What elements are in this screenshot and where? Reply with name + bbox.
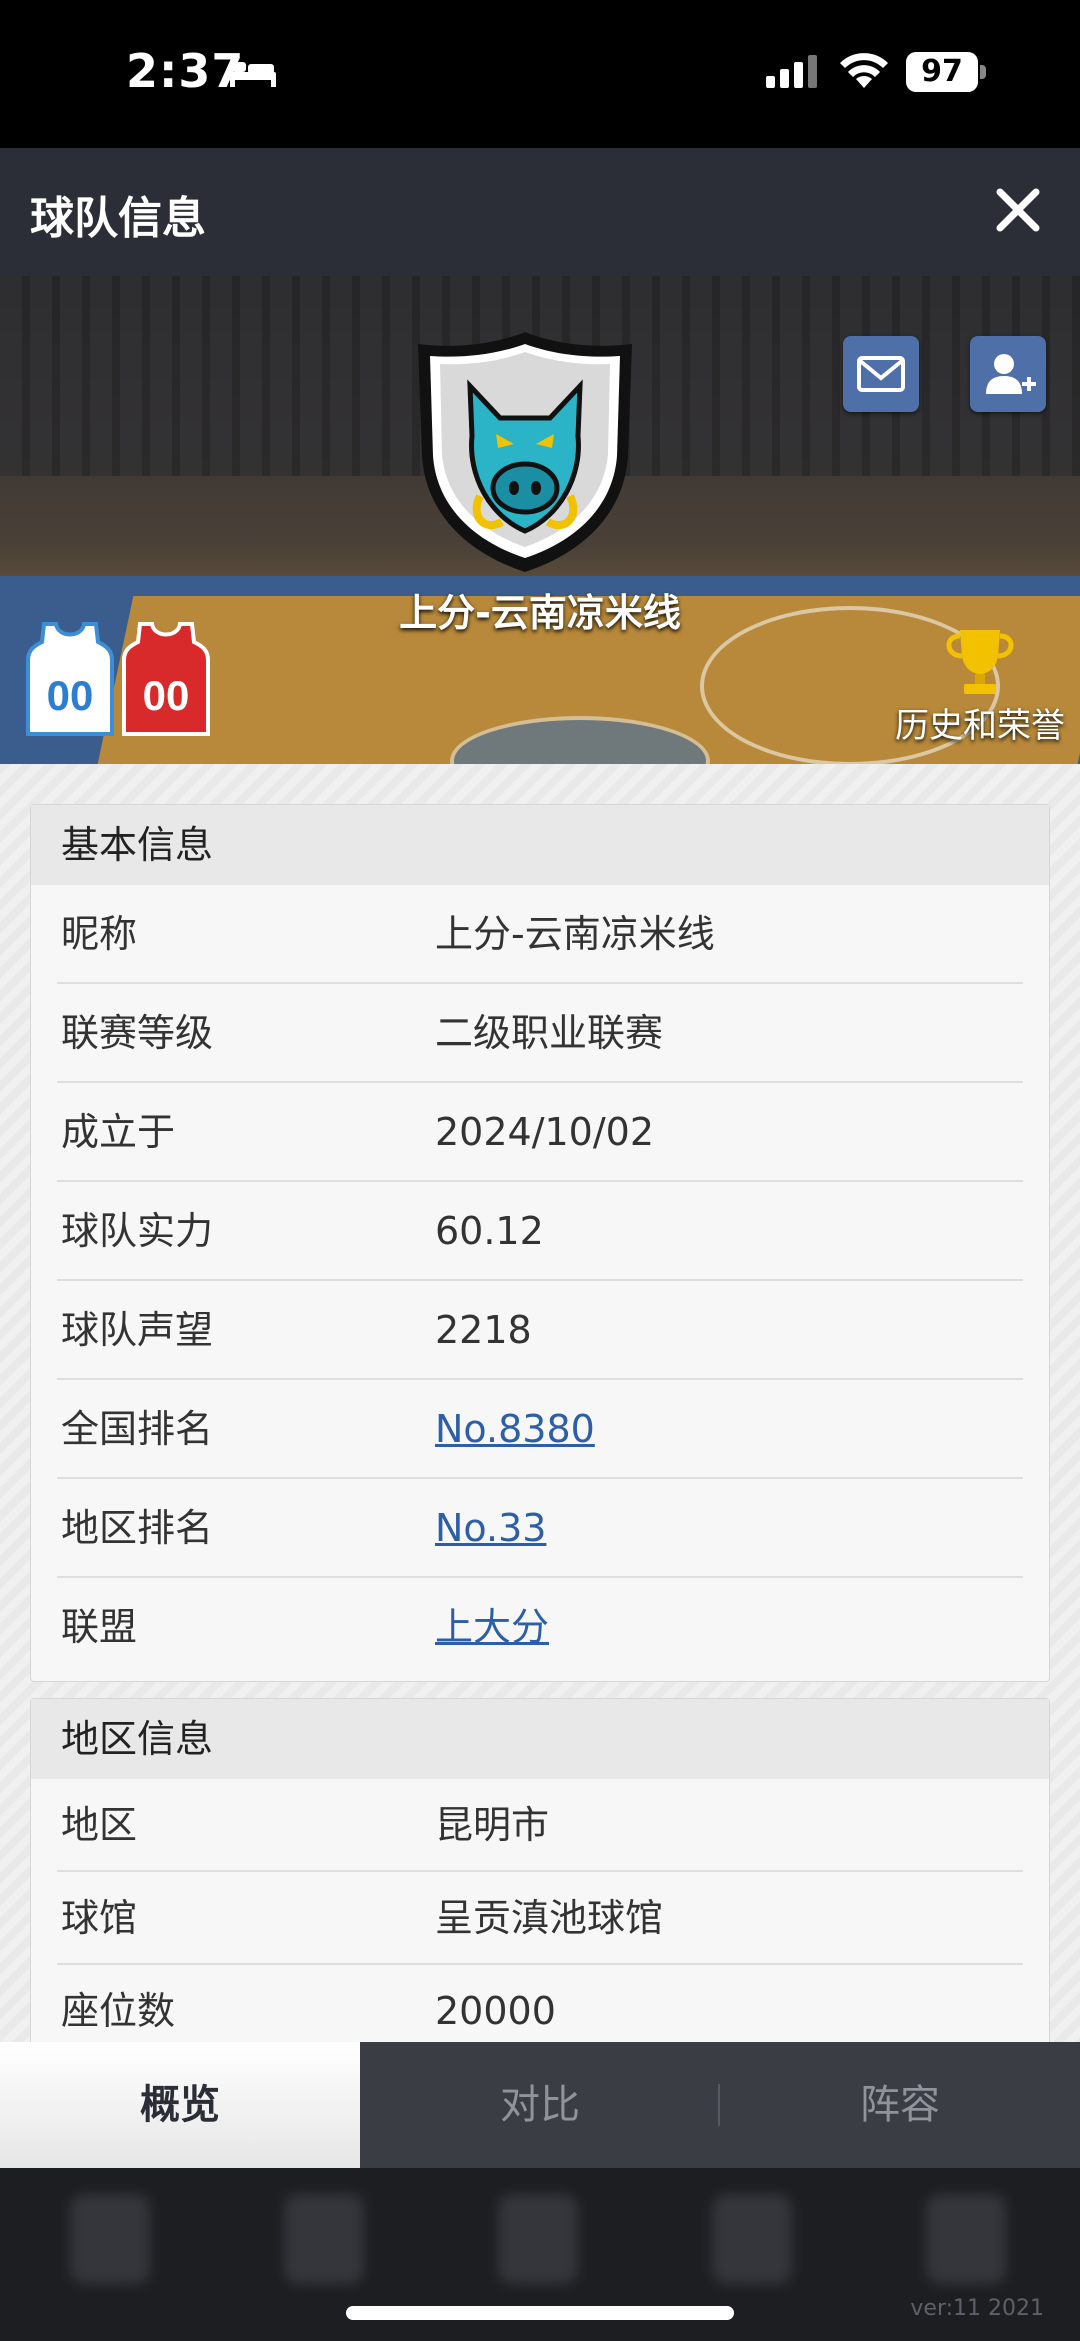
- blurred-nav-icon: [284, 2194, 364, 2284]
- info-row-strength: 球队实力 60.12: [57, 1182, 1023, 1281]
- close-icon[interactable]: [986, 178, 1050, 242]
- info-row-league-level: 联赛等级 二级职业联赛: [57, 984, 1023, 1083]
- row-label: 球队声望: [61, 1308, 214, 1352]
- tab-roster[interactable]: 阵容: [720, 2042, 1080, 2168]
- basic-info-heading: 基本信息: [31, 805, 1049, 885]
- info-row-reputation: 球队声望 2218: [57, 1281, 1023, 1380]
- trophy-icon[interactable]: [938, 626, 1022, 698]
- row-value: 2024/10/02: [435, 1110, 655, 1154]
- follow-team-button[interactable]: [970, 336, 1046, 412]
- row-label: 地区排名: [61, 1506, 214, 1550]
- add-user-icon: [986, 354, 1036, 394]
- info-row-region: 地区 昆明市: [57, 1779, 1023, 1872]
- home-indicator[interactable]: [346, 2306, 734, 2320]
- info-row-national-rank: 全国排名 No.8380: [57, 1380, 1023, 1479]
- regional-rank-link[interactable]: No.33: [435, 1479, 546, 1578]
- battery-indicator: 97: [906, 52, 986, 92]
- home-jersey-icon: 00: [26, 622, 114, 736]
- away-jersey[interactable]: 00: [120, 620, 212, 738]
- row-value: 上分-云南凉米线: [435, 912, 715, 956]
- tab-compare[interactable]: 对比: [360, 2042, 720, 2168]
- row-value: 二级职业联赛: [435, 1011, 664, 1055]
- blurred-nav-icon: [498, 2194, 578, 2284]
- battery-level: 97: [906, 52, 978, 92]
- wifi-icon: [840, 53, 888, 88]
- app-header: 球队信息: [0, 148, 1080, 276]
- region-info-card: 地区信息 地区 昆明市 球馆 呈贡滇池球馆 座位数 20000: [30, 1698, 1050, 2042]
- blurred-nav-icon: [70, 2194, 150, 2284]
- info-row-founded: 成立于 2024/10/02: [57, 1083, 1023, 1182]
- team-info-content[interactable]: 基本信息 昵称 上分-云南凉米线 联赛等级 二级职业联赛 成立于 2024/10…: [0, 764, 1080, 2042]
- team-banner: 上分-云南凉米线 00 00 历史和荣誉: [0, 276, 1080, 764]
- row-value: 呈贡滇池球馆: [435, 1896, 664, 1940]
- info-row-arena: 球馆 呈贡滇池球馆: [57, 1872, 1023, 1965]
- status-time: 2:37: [126, 44, 245, 98]
- row-value: 2218: [435, 1308, 532, 1352]
- mail-icon: [857, 356, 905, 392]
- region-info-heading: 地区信息: [31, 1699, 1049, 1779]
- row-label: 座位数: [61, 1989, 176, 2033]
- national-rank-link[interactable]: No.8380: [435, 1380, 595, 1479]
- message-button[interactable]: [843, 336, 919, 412]
- home-jersey[interactable]: 00: [24, 620, 116, 738]
- row-value: 20000: [435, 1989, 556, 2033]
- battery-tip: [980, 65, 986, 79]
- away-jersey-number: 00: [143, 672, 190, 719]
- home-jersey-number: 00: [47, 672, 94, 719]
- row-label: 昵称: [61, 912, 138, 956]
- row-label: 球馆: [61, 1896, 138, 1940]
- blurred-nav-icon: [926, 2194, 1006, 2284]
- row-value: 60.12: [435, 1209, 544, 1253]
- status-bar: 2:37 97: [0, 0, 1080, 148]
- tab-overview[interactable]: 概览: [0, 2042, 360, 2168]
- blurred-nav-icon: [712, 2194, 792, 2284]
- page-title: 球队信息: [30, 193, 206, 244]
- info-row-nickname: 昵称 上分-云南凉米线: [57, 885, 1023, 984]
- row-label: 地区: [61, 1803, 138, 1847]
- row-label: 联盟: [61, 1605, 138, 1649]
- row-label: 全国排名: [61, 1407, 214, 1451]
- version-label: ver:11 2021: [910, 2296, 1044, 2321]
- history-honors-link[interactable]: 历史和荣誉: [880, 698, 1080, 747]
- basic-info-card: 基本信息 昵称 上分-云南凉米线 联赛等级 二级职业联赛 成立于 2024/10…: [30, 804, 1050, 1682]
- away-jersey-icon: 00: [122, 622, 210, 736]
- alliance-link[interactable]: 上大分: [435, 1578, 549, 1677]
- row-value: 昆明市: [435, 1803, 550, 1847]
- section-tabbar: 概览 对比 阵容: [0, 2042, 1080, 2168]
- row-label: 联赛等级: [61, 1011, 214, 1055]
- info-row-regional-rank: 地区排名 No.33: [57, 1479, 1023, 1578]
- team-logo-boar-icon[interactable]: [410, 326, 640, 576]
- cellular-signal-icon: [766, 55, 817, 88]
- info-row-seats: 座位数 20000: [57, 1965, 1023, 2042]
- row-label: 成立于: [61, 1110, 176, 1154]
- info-row-alliance: 联盟 上大分: [57, 1578, 1023, 1677]
- row-label: 球队实力: [61, 1209, 214, 1253]
- sleep-mode-icon: [230, 62, 276, 87]
